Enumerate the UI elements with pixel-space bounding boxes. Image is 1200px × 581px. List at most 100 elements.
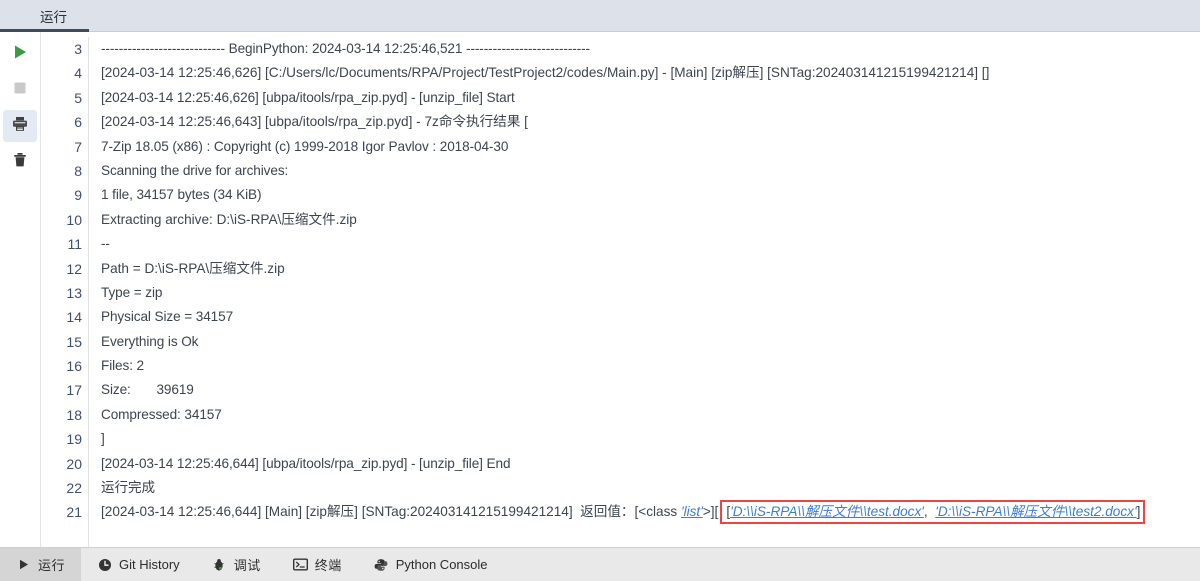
line-number: 13 xyxy=(66,284,82,301)
line-number: 16 xyxy=(66,358,82,375)
log-line: 15 Everything is Ok xyxy=(41,329,1200,355)
return-value-middle: >][ xyxy=(702,504,719,520)
run-button[interactable] xyxy=(3,38,37,70)
log-line-text: Compressed: 34157 xyxy=(101,406,222,422)
bracket-close: ] xyxy=(1136,503,1141,519)
line-number: 5 xyxy=(74,89,82,106)
line-number: 21 xyxy=(66,504,82,521)
class-type-link[interactable]: 'list' xyxy=(681,504,703,519)
left-toolbar xyxy=(0,32,41,547)
line-number: 18 xyxy=(66,406,82,423)
status-bar: 运行 Git History 调试 终端 Python Console xyxy=(0,547,1200,581)
status-item-git-history-label: Git History xyxy=(119,557,180,572)
status-item-terminal[interactable]: 终端 xyxy=(277,548,358,581)
log-line-text: 7-Zip 18.05 (x86) : Copyright (c) 1999-2… xyxy=(101,138,509,154)
terminal-icon xyxy=(292,557,308,572)
log-line-text: Extracting archive: D:\iS-RPA\压缩文件.zip xyxy=(101,211,357,227)
log-line-text: [2024-03-14 12:25:46,643] [ubpa/itools/r… xyxy=(101,114,528,130)
tab-run-label: 运行 xyxy=(40,10,67,25)
log-line-text: [2024-03-14 12:25:46,626] [C:/Users/lc/D… xyxy=(101,65,990,81)
status-item-debug[interactable]: 调试 xyxy=(196,548,277,581)
log-line-text: -- xyxy=(101,236,110,252)
log-line-text: 1 file, 34157 bytes (34 KiB) xyxy=(101,187,262,203)
line-number: 6 xyxy=(74,114,82,131)
bug-icon xyxy=(212,557,227,572)
stop-button[interactable] xyxy=(3,74,37,106)
log-line-text: [2024-03-14 12:25:46,626] [ubpa/itools/r… xyxy=(101,89,515,105)
print-button[interactable] xyxy=(3,110,37,142)
log-line: 7 7-Zip 18.05 (x86) : Copyright (c) 1999… xyxy=(41,134,1200,159)
log-line: 18 Compressed: 34157 xyxy=(41,402,1200,428)
line-number: 17 xyxy=(66,382,82,399)
return-value-highlight-box: ['D:\\iS-RPA\\解压文件\\test.docx', 'D:\\iS-… xyxy=(720,499,1146,524)
log-line-text: 运行完成 xyxy=(101,480,155,496)
extracted-file-path-1[interactable]: 'D:\\iS-RPA\\解压文件\\test.docx' xyxy=(730,504,924,519)
log-line: 8 Scanning the drive for archives: xyxy=(41,158,1200,184)
tab-run[interactable]: 运行 xyxy=(0,0,89,32)
clock-icon xyxy=(97,557,112,572)
clear-button[interactable] xyxy=(3,146,37,178)
line-number: 11 xyxy=(67,236,82,253)
log-line: 10 Extracting archive: D:\iS-RPA\压缩文件.zi… xyxy=(41,207,1200,233)
log-line: 6 [2024-03-14 12:25:46,643] [ubpa/itools… xyxy=(41,110,1200,135)
log-line: 22 运行完成 xyxy=(41,476,1200,501)
status-item-debug-label: 调试 xyxy=(233,558,261,573)
log-line: 13 Type = zip xyxy=(41,280,1200,306)
play-icon xyxy=(11,43,29,66)
status-item-python-console[interactable]: Python Console xyxy=(358,548,504,581)
line-number: 19 xyxy=(66,431,82,448)
line-number: 20 xyxy=(66,455,82,472)
play-triangle-icon xyxy=(16,557,31,572)
return-value-prefix: [2024-03-14 12:25:46,644] [Main] [zip解压]… xyxy=(101,504,681,520)
log-line-text: [2024-03-14 12:25:46,644] [Main] [zip解压]… xyxy=(89,499,1146,524)
run-output-window: 运行 3 ---------------------------- BeginP… xyxy=(0,0,1200,581)
log-line: 16 Files: 2 xyxy=(41,354,1200,379)
status-item-git-history[interactable]: Git History xyxy=(81,548,196,581)
status-item-terminal-label: 终端 xyxy=(314,558,342,573)
log-line-text: Everything is Ok xyxy=(101,333,199,349)
log-line xyxy=(41,524,1200,547)
log-output-panel[interactable]: 3 ---------------------------- BeginPyth… xyxy=(41,32,1200,547)
log-line-text: Physical Size = 34157 xyxy=(101,309,234,325)
status-item-run-label: 运行 xyxy=(38,558,66,573)
log-line: 4 [2024-03-14 12:25:46,626] [C:/Users/lc… xyxy=(41,61,1200,86)
log-line-text: Size: 39619 xyxy=(101,382,194,398)
log-line: 9 1 file, 34157 bytes (34 KiB) xyxy=(41,183,1200,208)
line-number: 10 xyxy=(66,211,82,228)
trash-icon xyxy=(11,151,29,174)
log-line-text: ---------------------------- BeginPython… xyxy=(101,41,590,56)
log-line: 19 ] xyxy=(41,427,1200,452)
gutter-divider xyxy=(88,524,89,547)
log-line-text: Scanning the drive for archives: xyxy=(101,162,289,178)
log-line: 12 Path = D:\iS-RPA\压缩文件.zip xyxy=(41,256,1200,281)
log-line: 3 ---------------------------- BeginPyth… xyxy=(41,37,1200,62)
path-separator: , xyxy=(923,503,936,519)
log-line: 17 Size: 39619 xyxy=(41,378,1200,403)
status-item-run[interactable]: 运行 xyxy=(0,548,82,581)
line-number: 8 xyxy=(74,162,82,179)
log-line-list: 3 ---------------------------- BeginPyth… xyxy=(41,32,1200,547)
log-line: 14 Physical Size = 34157 xyxy=(41,305,1200,330)
log-line-text: [2024-03-14 12:25:46,644] [ubpa/itools/r… xyxy=(101,455,511,471)
log-line: 20 [2024-03-14 12:25:46,644] [ubpa/itool… xyxy=(41,451,1200,477)
log-line: 11 -- xyxy=(41,232,1200,257)
line-number: 7 xyxy=(74,138,82,155)
log-line-text: Type = zip xyxy=(101,284,163,300)
stop-square-icon xyxy=(11,79,29,102)
printer-icon xyxy=(11,115,29,138)
line-number: 9 xyxy=(74,187,82,204)
log-line-return-value: 21 [2024-03-14 12:25:46,644] [Main] [zip… xyxy=(41,499,1200,525)
line-number: 3 xyxy=(74,41,82,57)
log-line: 5 [2024-03-14 12:25:46,626] [ubpa/itools… xyxy=(41,85,1200,111)
line-number: 22 xyxy=(66,480,82,497)
log-line-text: ] xyxy=(101,431,105,447)
main-body: 3 ---------------------------- BeginPyth… xyxy=(0,32,1200,547)
line-number: 12 xyxy=(66,260,82,277)
log-line-text: Path = D:\iS-RPA\压缩文件.zip xyxy=(101,260,285,276)
log-line-text: Files: 2 xyxy=(101,358,145,374)
extracted-file-path-2[interactable]: 'D:\\iS-RPA\\解压文件\\test2.docx' xyxy=(935,504,1136,519)
tab-bar: 运行 xyxy=(0,0,1200,32)
line-number: 14 xyxy=(66,309,82,326)
line-number: 15 xyxy=(66,333,82,350)
line-number: 4 xyxy=(74,65,82,82)
